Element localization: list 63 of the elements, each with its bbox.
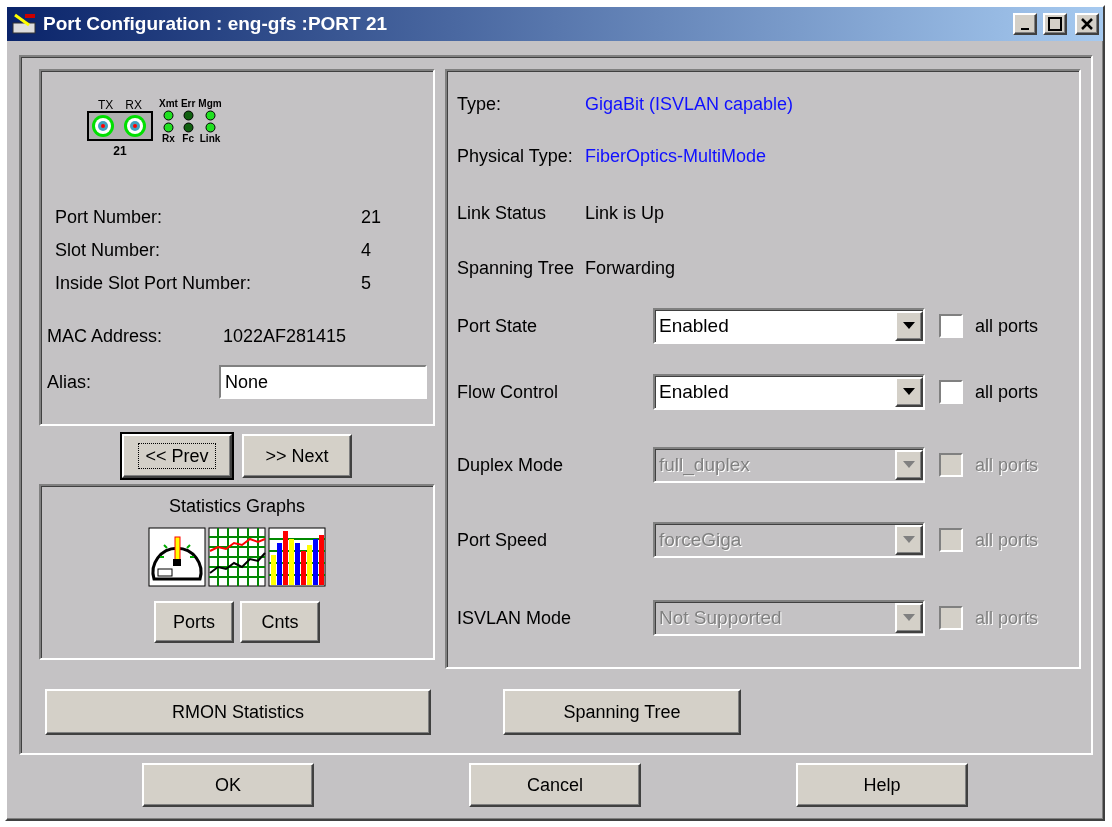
statistics-title: Statistics Graphs [168, 496, 305, 517]
property-label: Type: [457, 93, 503, 115]
property-label: Port Speed [457, 529, 549, 551]
property-value: Link is Up [585, 202, 665, 224]
dropdown-field[interactable]: Enabled [653, 374, 925, 411]
led-label: Rx [162, 134, 175, 144]
dropdown-field[interactable]: Enabled [653, 308, 925, 345]
property-label: Duplex Mode [457, 454, 565, 476]
minimize-icon [1021, 28, 1029, 30]
property-label: ISVLAN Mode [457, 607, 573, 629]
led-label: Fc [182, 134, 194, 144]
port-number-label: 21 [113, 145, 127, 157]
bar-chart-icon[interactable] [268, 527, 326, 587]
property-label: Physical Type: [457, 146, 574, 168]
nav-button[interactable]: << Prev [122, 434, 232, 478]
checkbox-label: all ports [975, 607, 1039, 629]
gauge-icon[interactable] [148, 527, 206, 587]
info-label: Inside Slot Port Number: [55, 273, 253, 294]
checkbox-label: all ports [975, 454, 1039, 476]
checkbox-label: all ports [975, 381, 1039, 403]
dialog-button[interactable]: Help [796, 763, 968, 807]
app-icon [11, 13, 37, 35]
led-label: Err [180, 99, 196, 109]
property-label: Spanning Tree [457, 258, 576, 280]
maximize-button[interactable] [1043, 13, 1067, 35]
minimize-button[interactable] [1013, 13, 1037, 35]
led-label: Link [199, 134, 221, 144]
info-value: 4 [361, 240, 371, 261]
close-icon [1081, 18, 1093, 30]
spanning-tree-button[interactable]: Spanning Tree [503, 689, 741, 735]
connector-label: TX [98, 99, 114, 111]
checkbox-label: all ports [975, 529, 1039, 551]
info-value: 21 [361, 207, 382, 228]
info-label: Port Number: [55, 207, 164, 228]
info-label: Slot Number: [55, 240, 162, 261]
led-label: Mgm [198, 99, 222, 109]
maximize-icon [1048, 17, 1062, 31]
line-graph-icon[interactable] [208, 527, 266, 587]
property-label: Link Status [457, 202, 548, 224]
close-button[interactable] [1075, 13, 1099, 35]
info-value: 5 [361, 273, 371, 294]
fiber-connector-drawing [87, 111, 153, 141]
dialog-button[interactable]: OK [142, 763, 314, 807]
alias-field[interactable]: None [219, 365, 427, 399]
property-label: Port State [457, 315, 539, 337]
info-value: 1022AF281415 [223, 326, 347, 347]
connector-label: RX [125, 99, 142, 111]
window-title: Port Configuration : eng-gfs :PORT 21 [43, 13, 389, 35]
statistics-button[interactable]: Cnts [240, 601, 320, 643]
info-label: MAC Address: [47, 326, 164, 347]
checkbox[interactable] [939, 314, 963, 339]
rmon-statistics-button[interactable]: RMON Statistics [45, 689, 431, 735]
led-label: Xmt [159, 99, 178, 109]
info-label: Alias: [47, 371, 91, 393]
statistics-button[interactable]: Ports [154, 601, 234, 643]
nav-button[interactable]: >> Next [242, 434, 352, 478]
property-value: GigaBit (ISVLAN capable) [585, 93, 794, 115]
checkbox[interactable] [939, 380, 963, 405]
property-value: Forwarding [585, 258, 676, 280]
checkbox-label: all ports [975, 315, 1039, 337]
dialog-button[interactable]: Cancel [469, 763, 641, 807]
property-value: FiberOptics-MultiMode [585, 146, 767, 168]
property-label: Flow Control [457, 381, 560, 403]
